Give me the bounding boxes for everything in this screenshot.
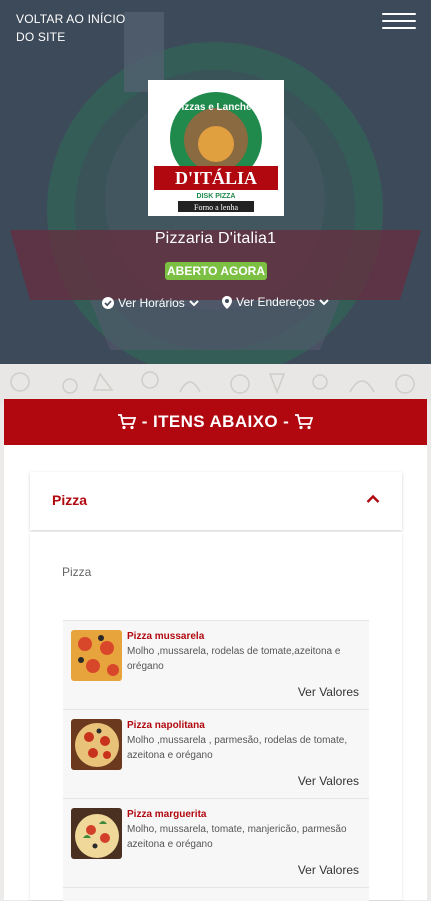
- product-description: Molho ,mussarela, rodelas de tomate,azei…: [127, 646, 341, 672]
- product-description: Molho ,mussarela , parmesão, rodelas de …: [127, 735, 348, 761]
- hero-links: Ver Horários Ver Endereços: [0, 295, 431, 312]
- hamburger-menu-icon[interactable]: [382, 8, 416, 36]
- category-description: Pizza: [62, 565, 92, 579]
- product-name: Pizza napolitana: [127, 720, 205, 731]
- chevron-down-icon: [319, 299, 329, 306]
- back-to-site-link[interactable]: VOLTAR AO INÍCIO DO SITE: [16, 10, 146, 46]
- product-description: Molho, mussarela, tomate, manjericão, pa…: [127, 824, 347, 850]
- product-name: Pizza mussarela: [127, 631, 205, 642]
- store-logo: Pizzas e Lanches D'ITÁLIA DISK PIZZA For…: [148, 80, 284, 216]
- chevron-up-icon[interactable]: [366, 494, 380, 504]
- logo-sub: DISK PIZZA: [197, 193, 236, 200]
- items-banner: - ITENS ABAIXO -: [4, 399, 427, 445]
- category-header-pizza[interactable]: Pizza: [30, 472, 402, 530]
- product-image: [71, 630, 122, 681]
- addresses-link[interactable]: Ver Endereços: [218, 295, 333, 309]
- logo-top-text: Pizzas e Lanches: [175, 102, 258, 113]
- product-image: [71, 808, 122, 859]
- chevron-down-icon: [189, 299, 199, 306]
- product-item[interactable]: Pizza marguerita Molho, mussarela, tomat…: [63, 798, 369, 887]
- decorative-pattern: [0, 364, 431, 404]
- cart-icon: [295, 414, 314, 430]
- view-prices-link[interactable]: Ver Valores: [279, 863, 359, 877]
- view-prices-link[interactable]: Ver Valores: [279, 774, 359, 788]
- addresses-link-label: Ver Endereços: [236, 295, 315, 309]
- product-image: [71, 719, 122, 770]
- product-item[interactable]: Pizza napolitana Molho ,mussarela , parm…: [63, 709, 369, 798]
- product-item[interactable]: [63, 887, 369, 901]
- cart-icon: [117, 414, 136, 430]
- hours-link-label: Ver Horários: [118, 295, 185, 310]
- status-badge: ABERTO AGORA: [165, 262, 267, 280]
- category-title: Pizza: [52, 492, 88, 508]
- hours-link[interactable]: Ver Horários: [98, 296, 203, 310]
- product-item[interactable]: Pizza mussarela Molho ,mussarela, rodela…: [63, 620, 369, 709]
- map-pin-icon: [222, 295, 233, 309]
- store-hero: VOLTAR AO INÍCIO DO SITE Pizzas e Lanche…: [0, 0, 431, 364]
- logo-bottom: Forno a lenha: [194, 203, 238, 212]
- check-circle-icon: [102, 296, 115, 309]
- product-name: Pizza marguerita: [127, 809, 207, 820]
- store-name: Pizzaria D'italia1: [154, 230, 277, 247]
- items-banner-label: - ITENS ABAIXO -: [141, 412, 290, 431]
- logo-brand: D'ITÁLIA: [175, 167, 257, 188]
- view-prices-link[interactable]: Ver Valores: [279, 685, 359, 699]
